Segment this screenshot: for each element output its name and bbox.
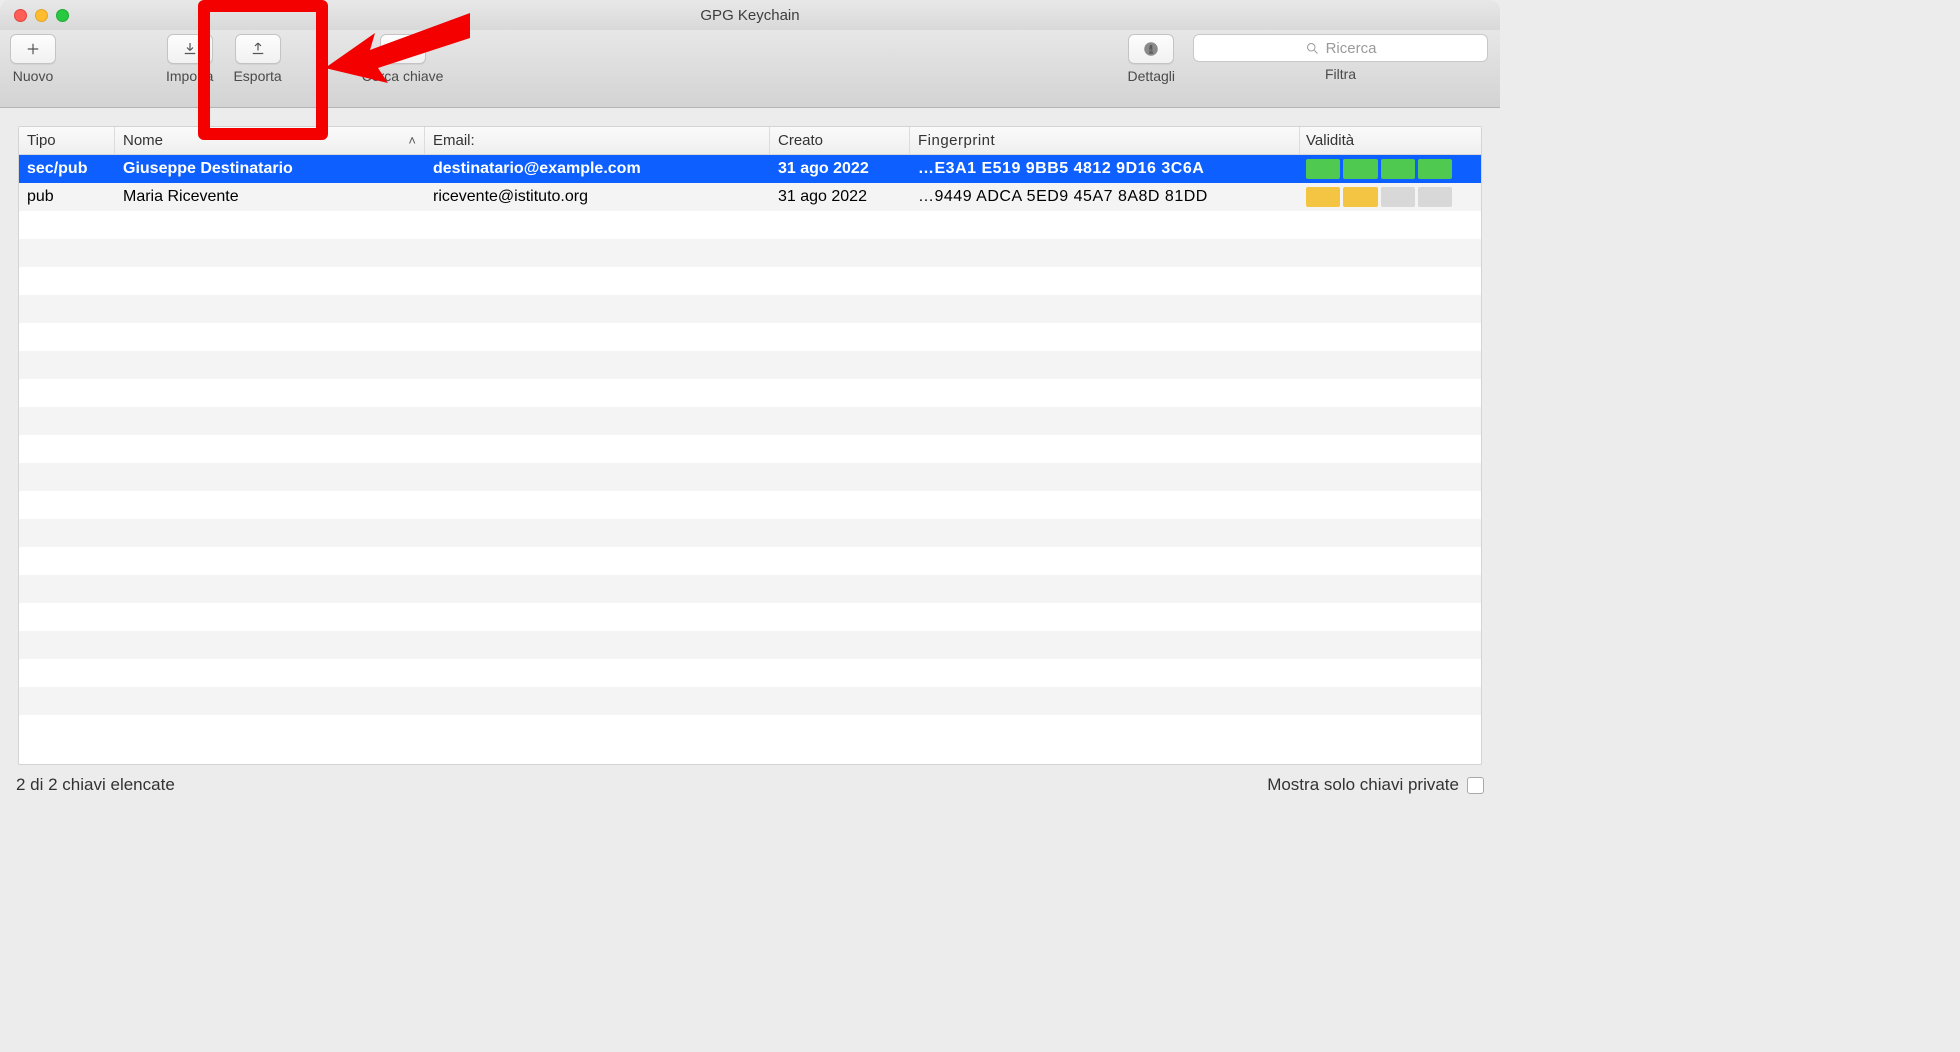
col-nome[interactable]: Nome bbox=[115, 127, 425, 154]
validity-segment bbox=[1343, 159, 1377, 179]
table-row-empty bbox=[19, 323, 1481, 351]
cell-tipo: sec/pub bbox=[19, 160, 115, 178]
search-icon bbox=[394, 40, 412, 58]
cell-nome: Giuseppe Destinatario bbox=[115, 160, 425, 178]
table-row-empty bbox=[19, 267, 1481, 295]
keys-table: Tipo Nome Email: Creato Fingerprint Vali… bbox=[18, 126, 1482, 765]
table-row-empty bbox=[19, 547, 1481, 575]
table-row[interactable]: sec/pubGiuseppe Destinatariodestinatario… bbox=[19, 155, 1481, 183]
filter-label: Filtra bbox=[1325, 66, 1356, 82]
cell-validita bbox=[1300, 159, 1460, 179]
minimize-window-button[interactable] bbox=[35, 9, 48, 22]
cell-fingerprint: …9449 ADCA 5ED9 45A7 8A8D 81DD bbox=[910, 188, 1300, 206]
table-row-empty bbox=[19, 463, 1481, 491]
table-header: Tipo Nome Email: Creato Fingerprint Vali… bbox=[19, 127, 1481, 155]
import-button[interactable] bbox=[167, 34, 213, 64]
table-row-empty bbox=[19, 519, 1481, 547]
details-item: i Dettagli bbox=[1128, 34, 1175, 84]
cell-creato: 31 ago 2022 bbox=[770, 188, 910, 206]
window-title: GPG Keychain bbox=[0, 7, 1500, 24]
validity-segment bbox=[1306, 159, 1340, 179]
table-row-empty bbox=[19, 351, 1481, 379]
key-count-label: 2 di 2 chiavi elencate bbox=[16, 775, 175, 795]
zoom-window-button[interactable] bbox=[56, 9, 69, 22]
table-row-empty bbox=[19, 491, 1481, 519]
table-row-empty bbox=[19, 379, 1481, 407]
private-only-checkbox[interactable] bbox=[1467, 777, 1484, 794]
validity-segment bbox=[1381, 159, 1415, 179]
export-label: Esporta bbox=[233, 68, 281, 84]
table-row-empty bbox=[19, 603, 1481, 631]
table-row-empty bbox=[19, 239, 1481, 267]
close-window-button[interactable] bbox=[14, 9, 27, 22]
search-icon bbox=[1305, 41, 1320, 56]
col-email[interactable]: Email: bbox=[425, 127, 770, 154]
cell-creato: 31 ago 2022 bbox=[770, 160, 910, 178]
cell-validita bbox=[1300, 187, 1460, 207]
import-label: Importa bbox=[166, 68, 213, 84]
titlebar: GPG Keychain bbox=[0, 0, 1500, 30]
lookup-label: Cerca chiave bbox=[362, 68, 444, 84]
toolbar: Nuovo Importa Esporta Cerca chiave bbox=[0, 30, 1500, 108]
export-item: Esporta bbox=[233, 34, 281, 84]
validity-segment bbox=[1418, 159, 1452, 179]
table-row-empty bbox=[19, 211, 1481, 239]
table-row-empty bbox=[19, 575, 1481, 603]
table-row-empty bbox=[19, 687, 1481, 715]
app-window: GPG Keychain Nuovo Importa Esporta bbox=[0, 0, 1500, 805]
validity-segment bbox=[1306, 187, 1340, 207]
new-key-item: Nuovo bbox=[10, 34, 56, 84]
table-row-empty bbox=[19, 631, 1481, 659]
search-placeholder: Ricerca bbox=[1326, 40, 1377, 57]
table-body: sec/pubGiuseppe Destinatariodestinatario… bbox=[19, 155, 1481, 764]
cell-fingerprint: …E3A1 E519 9BB5 4812 9D16 3C6A bbox=[910, 160, 1300, 178]
col-tipo[interactable]: Tipo bbox=[19, 127, 115, 154]
import-item: Importa bbox=[166, 34, 213, 84]
validity-segment bbox=[1381, 187, 1415, 207]
new-key-label: Nuovo bbox=[13, 68, 53, 84]
table-row[interactable]: pubMaria Riceventericevente@istituto.org… bbox=[19, 183, 1481, 211]
content-area: Tipo Nome Email: Creato Fingerprint Vali… bbox=[0, 108, 1500, 765]
cell-email: destinatario@example.com bbox=[425, 160, 770, 178]
cell-email: ricevente@istituto.org bbox=[425, 188, 770, 206]
import-icon bbox=[181, 40, 199, 58]
status-bar: 2 di 2 chiavi elencate Mostra solo chiav… bbox=[0, 765, 1500, 805]
col-validita[interactable]: Validità bbox=[1300, 127, 1460, 154]
private-only-label: Mostra solo chiavi private bbox=[1267, 775, 1459, 795]
export-icon bbox=[249, 40, 267, 58]
new-key-button[interactable] bbox=[10, 34, 56, 64]
window-controls bbox=[0, 9, 69, 22]
col-creato[interactable]: Creato bbox=[770, 127, 910, 154]
lookup-button[interactable] bbox=[380, 34, 426, 64]
details-button[interactable]: i bbox=[1128, 34, 1174, 64]
lookup-item: Cerca chiave bbox=[362, 34, 444, 84]
table-row-empty bbox=[19, 407, 1481, 435]
table-row-empty bbox=[19, 659, 1481, 687]
cell-tipo: pub bbox=[19, 188, 115, 206]
details-label: Dettagli bbox=[1128, 68, 1175, 84]
col-fingerprint[interactable]: Fingerprint bbox=[910, 127, 1300, 154]
validity-segment bbox=[1418, 187, 1452, 207]
info-icon: i bbox=[1142, 40, 1160, 58]
search-input[interactable]: Ricerca bbox=[1193, 34, 1488, 62]
cell-nome: Maria Ricevente bbox=[115, 188, 425, 206]
validity-segment bbox=[1343, 187, 1377, 207]
export-button[interactable] bbox=[235, 34, 281, 64]
svg-text:i: i bbox=[1150, 45, 1153, 56]
table-row-empty bbox=[19, 435, 1481, 463]
plus-icon bbox=[24, 40, 42, 58]
table-row-empty bbox=[19, 295, 1481, 323]
filter-item: Ricerca Filtra bbox=[1193, 34, 1488, 82]
